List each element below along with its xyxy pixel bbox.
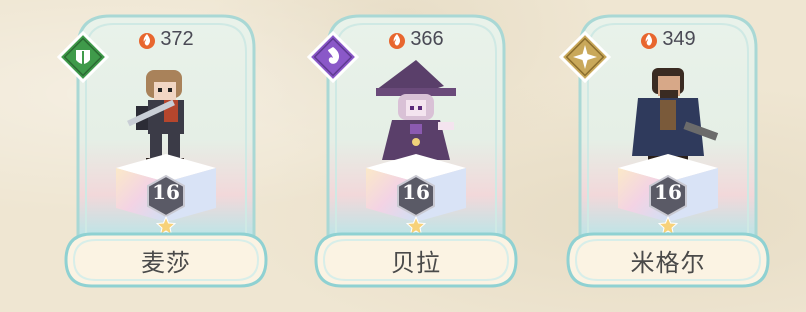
hero-name: 贝拉 <box>391 249 441 277</box>
shield-class-icon <box>56 30 110 84</box>
power-value: 372 <box>160 28 194 50</box>
power-value: 366 <box>410 28 444 50</box>
flame-icon <box>139 32 156 49</box>
flame-icon <box>641 32 658 49</box>
level-value: 16 <box>402 180 430 204</box>
hero-card[interactable]: 366 16 贝拉 <box>306 8 518 300</box>
level-value: 16 <box>152 180 180 204</box>
arcane-class-icon <box>306 30 360 84</box>
flame-icon <box>389 32 406 49</box>
hero-name: 米格尔 <box>630 249 706 277</box>
hero-name: 麦莎 <box>141 249 191 277</box>
star-class-icon <box>558 30 612 84</box>
power-value: 349 <box>662 28 696 50</box>
hero-card[interactable]: 372 16 麦莎 <box>56 8 268 300</box>
hero-card[interactable]: 349 16 米格尔 <box>558 8 770 300</box>
level-value: 16 <box>654 180 682 204</box>
